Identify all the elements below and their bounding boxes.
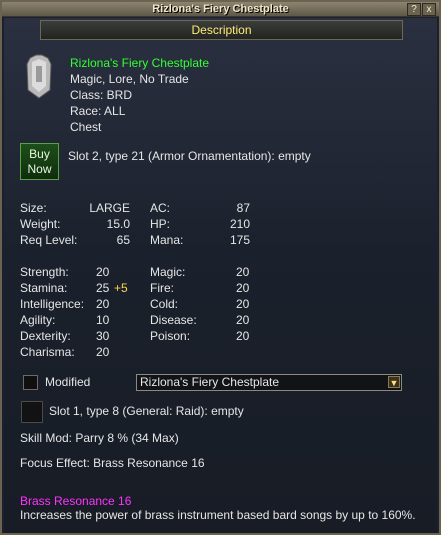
- magic-value: 20: [236, 265, 250, 279]
- augment-slot-2: Slot 2, type 21 (Armor Ornamentation): e…: [68, 149, 311, 163]
- disease-value: 20: [236, 313, 250, 327]
- strength-value: 20: [96, 265, 110, 279]
- charisma-value: 20: [96, 345, 110, 359]
- intelligence-label: Intelligence:: [20, 297, 85, 311]
- agility-label: Agility:: [20, 313, 56, 327]
- focus-effect-name: Brass Resonance 16: [20, 494, 132, 508]
- item-flags: Magic, Lore, No Trade: [70, 72, 189, 86]
- buy-label: Buy: [29, 147, 50, 161]
- item-name: Rizlona's Fiery Chestplate: [70, 56, 210, 70]
- weight-value: 15.0: [106, 217, 130, 231]
- item-class: Class: BRD: [70, 88, 133, 102]
- item-race: Race: ALL: [70, 104, 126, 118]
- item-slot: Chest: [70, 120, 102, 134]
- stamina-label: Stamina:: [20, 281, 68, 295]
- mana-label: Mana:: [150, 233, 184, 247]
- poison-label: Poison:: [150, 329, 191, 343]
- focus-effect: Focus Effect: Brass Resonance 16: [20, 456, 205, 470]
- window-content: Description Rizlona's Fiery Chestplate M…: [4, 18, 437, 533]
- item-display-window: Rizlona's Fiery Chestplate ? x Descripti…: [0, 0, 441, 535]
- size-value: LARGE: [89, 201, 130, 215]
- tab-description[interactable]: Description: [40, 20, 403, 40]
- ac-value: 87: [236, 201, 250, 215]
- cold-label: Cold:: [150, 297, 179, 311]
- weight-label: Weight:: [20, 217, 61, 231]
- size-label: Size:: [20, 201, 47, 215]
- item-variant-dropdown[interactable]: Rizlona's Fiery Chestplate ▼: [136, 374, 402, 391]
- reqlevel-label: Req Level:: [20, 233, 78, 247]
- intelligence-value: 20: [96, 297, 110, 311]
- agility-value: 10: [96, 313, 110, 327]
- stamina-value: 25: [96, 281, 110, 295]
- ac-label: AC:: [150, 201, 171, 215]
- hp-value: 210: [229, 217, 250, 231]
- modified-checkbox[interactable]: [23, 375, 38, 390]
- stamina-bonus: +5: [114, 281, 128, 295]
- chevron-down-icon[interactable]: ▼: [388, 376, 400, 388]
- chestplate-icon: [26, 54, 52, 99]
- mana-value: 175: [229, 233, 250, 247]
- hp-label: HP:: [150, 217, 171, 231]
- window-title: Rizlona's Fiery Chestplate: [152, 3, 289, 15]
- poison-value: 20: [236, 329, 250, 343]
- cold-value: 20: [236, 297, 250, 311]
- dropdown-selected-value: Rizlona's Fiery Chestplate: [140, 375, 280, 389]
- magic-label: Magic:: [150, 265, 186, 279]
- dexterity-value: 30: [96, 329, 110, 343]
- charisma-label: Charisma:: [20, 345, 75, 359]
- skill-mod: Skill Mod: Parry 8 % (34 Max): [20, 431, 179, 445]
- disease-label: Disease:: [150, 313, 197, 327]
- augment-slot-1: Slot 1, type 8 (General: Raid): empty: [49, 404, 244, 418]
- now-label: Now: [27, 162, 52, 176]
- modified-label: Modified: [45, 375, 91, 389]
- help-button[interactable]: ?: [407, 3, 421, 16]
- fire-label: Fire:: [150, 281, 174, 295]
- strength-label: Strength:: [20, 265, 69, 279]
- focus-effect-description: Increases the power of brass instrument …: [20, 508, 416, 522]
- augment-slot-1-box[interactable]: [21, 401, 43, 423]
- close-button[interactable]: x: [422, 3, 436, 16]
- title-bar[interactable]: Rizlona's Fiery Chestplate ? x: [2, 2, 439, 17]
- fire-value: 20: [236, 281, 250, 295]
- dexterity-label: Dexterity:: [20, 329, 71, 343]
- reqlevel-value: 65: [116, 233, 130, 247]
- buy-now-button[interactable]: Buy Now: [20, 143, 59, 180]
